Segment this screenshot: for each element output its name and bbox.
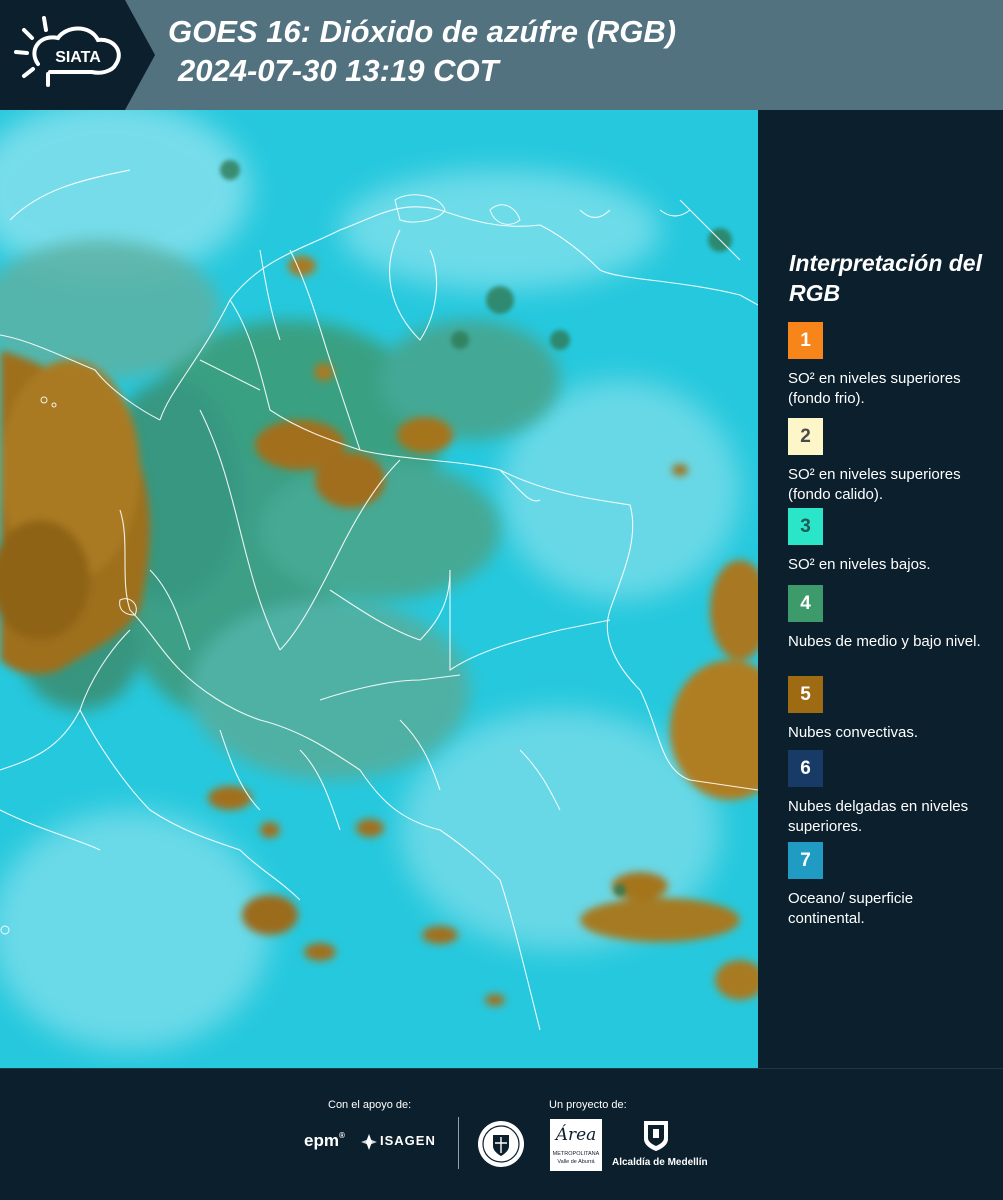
legend-item-4: 4 Nubes de medio y bajo nivel.	[788, 585, 993, 652]
isagen-logo-text: ISAGEN	[380, 1133, 436, 1148]
legend-item-6: 6 Nubes delgadas en niveles superiores.	[788, 750, 993, 837]
siata-logo-text: SIATA	[55, 49, 101, 66]
legend-swatch-6: 6	[788, 750, 823, 787]
legend-item-7: 7 Oceano/ superficie continental.	[788, 842, 993, 929]
legend-label-1: SO² en niveles superiores (fondo frio).	[788, 370, 961, 407]
legend-swatch-2: 2	[788, 418, 823, 455]
legend-label-4: Nubes de medio y bajo nivel.	[788, 633, 981, 650]
alcaldia-shield-icon	[644, 1121, 668, 1151]
area-logo-script: Área	[555, 1125, 597, 1145]
legend-label-3: SO² en niveles bajos.	[788, 556, 931, 573]
legend-item-5: 5 Nubes convectivas.	[788, 676, 993, 743]
legend-swatch-3: 3	[788, 508, 823, 545]
isagen-logo: ISAGEN	[360, 1132, 440, 1152]
legend-swatch-7: 7	[788, 842, 823, 879]
legend-item-1: 1 SO² en niveles superiores (fondo frio)…	[788, 322, 993, 409]
legend-label-2: SO² en niveles superiores (fondo calido)…	[788, 466, 961, 503]
legend-title: Interpretación del RGB	[789, 250, 982, 306]
header-arrow-shape	[125, 0, 155, 110]
legend-panel: Interpretación del RGB 1 SO² en niveles …	[758, 110, 1003, 1068]
legend-swatch-1: 1	[788, 322, 823, 359]
legend-label-6: Nubes delgadas en niveles superiores.	[788, 798, 969, 835]
footer-divider	[458, 1117, 459, 1169]
satellite-map	[0, 110, 758, 1068]
epm-logo-text: epm	[304, 1131, 339, 1150]
page-timestamp: 2024-07-30 13:19 COT	[178, 53, 499, 88]
area-metropolitana-logo: Área METROPOLITANA Valle de Aburrá	[550, 1119, 602, 1171]
legend-label-5: Nubes convectivas.	[788, 724, 919, 741]
page-title: GOES 16: Dióxido de azúfre (RGB)	[168, 14, 677, 49]
legend-item-2: 2 SO² en niveles superiores (fondo calid…	[788, 418, 993, 505]
alcaldia-text: Alcaldía de Medellín	[612, 1157, 708, 1168]
legend-item-3: 3 SO² en niveles bajos.	[788, 508, 993, 575]
area-logo-sub1: METROPOLITANA	[552, 1151, 600, 1157]
legend-swatch-5: 5	[788, 676, 823, 713]
epm-logo: epm®	[304, 1131, 345, 1150]
project-label: Un proyecto de:	[549, 1099, 627, 1111]
header-bar: SIATA GOES 16: Dióxido de azúfre (RGB) 2…	[0, 0, 1003, 110]
legend-label-7: Oceano/ superficie continental.	[788, 890, 914, 927]
legend-swatch-4: 4	[788, 585, 823, 622]
medellin-seal	[476, 1119, 526, 1169]
isagen-icon	[361, 1134, 377, 1150]
area-logo-sub2: Valle de Aburrá	[557, 1159, 595, 1165]
support-label: Con el apoyo de:	[328, 1099, 412, 1111]
siata-logo: SIATA	[0, 0, 125, 110]
footer-bar: Con el apoyo de: Un proyecto de: epm® IS…	[0, 1068, 1003, 1200]
alcaldia-logo: Alcaldía de Medellín	[612, 1119, 708, 1175]
